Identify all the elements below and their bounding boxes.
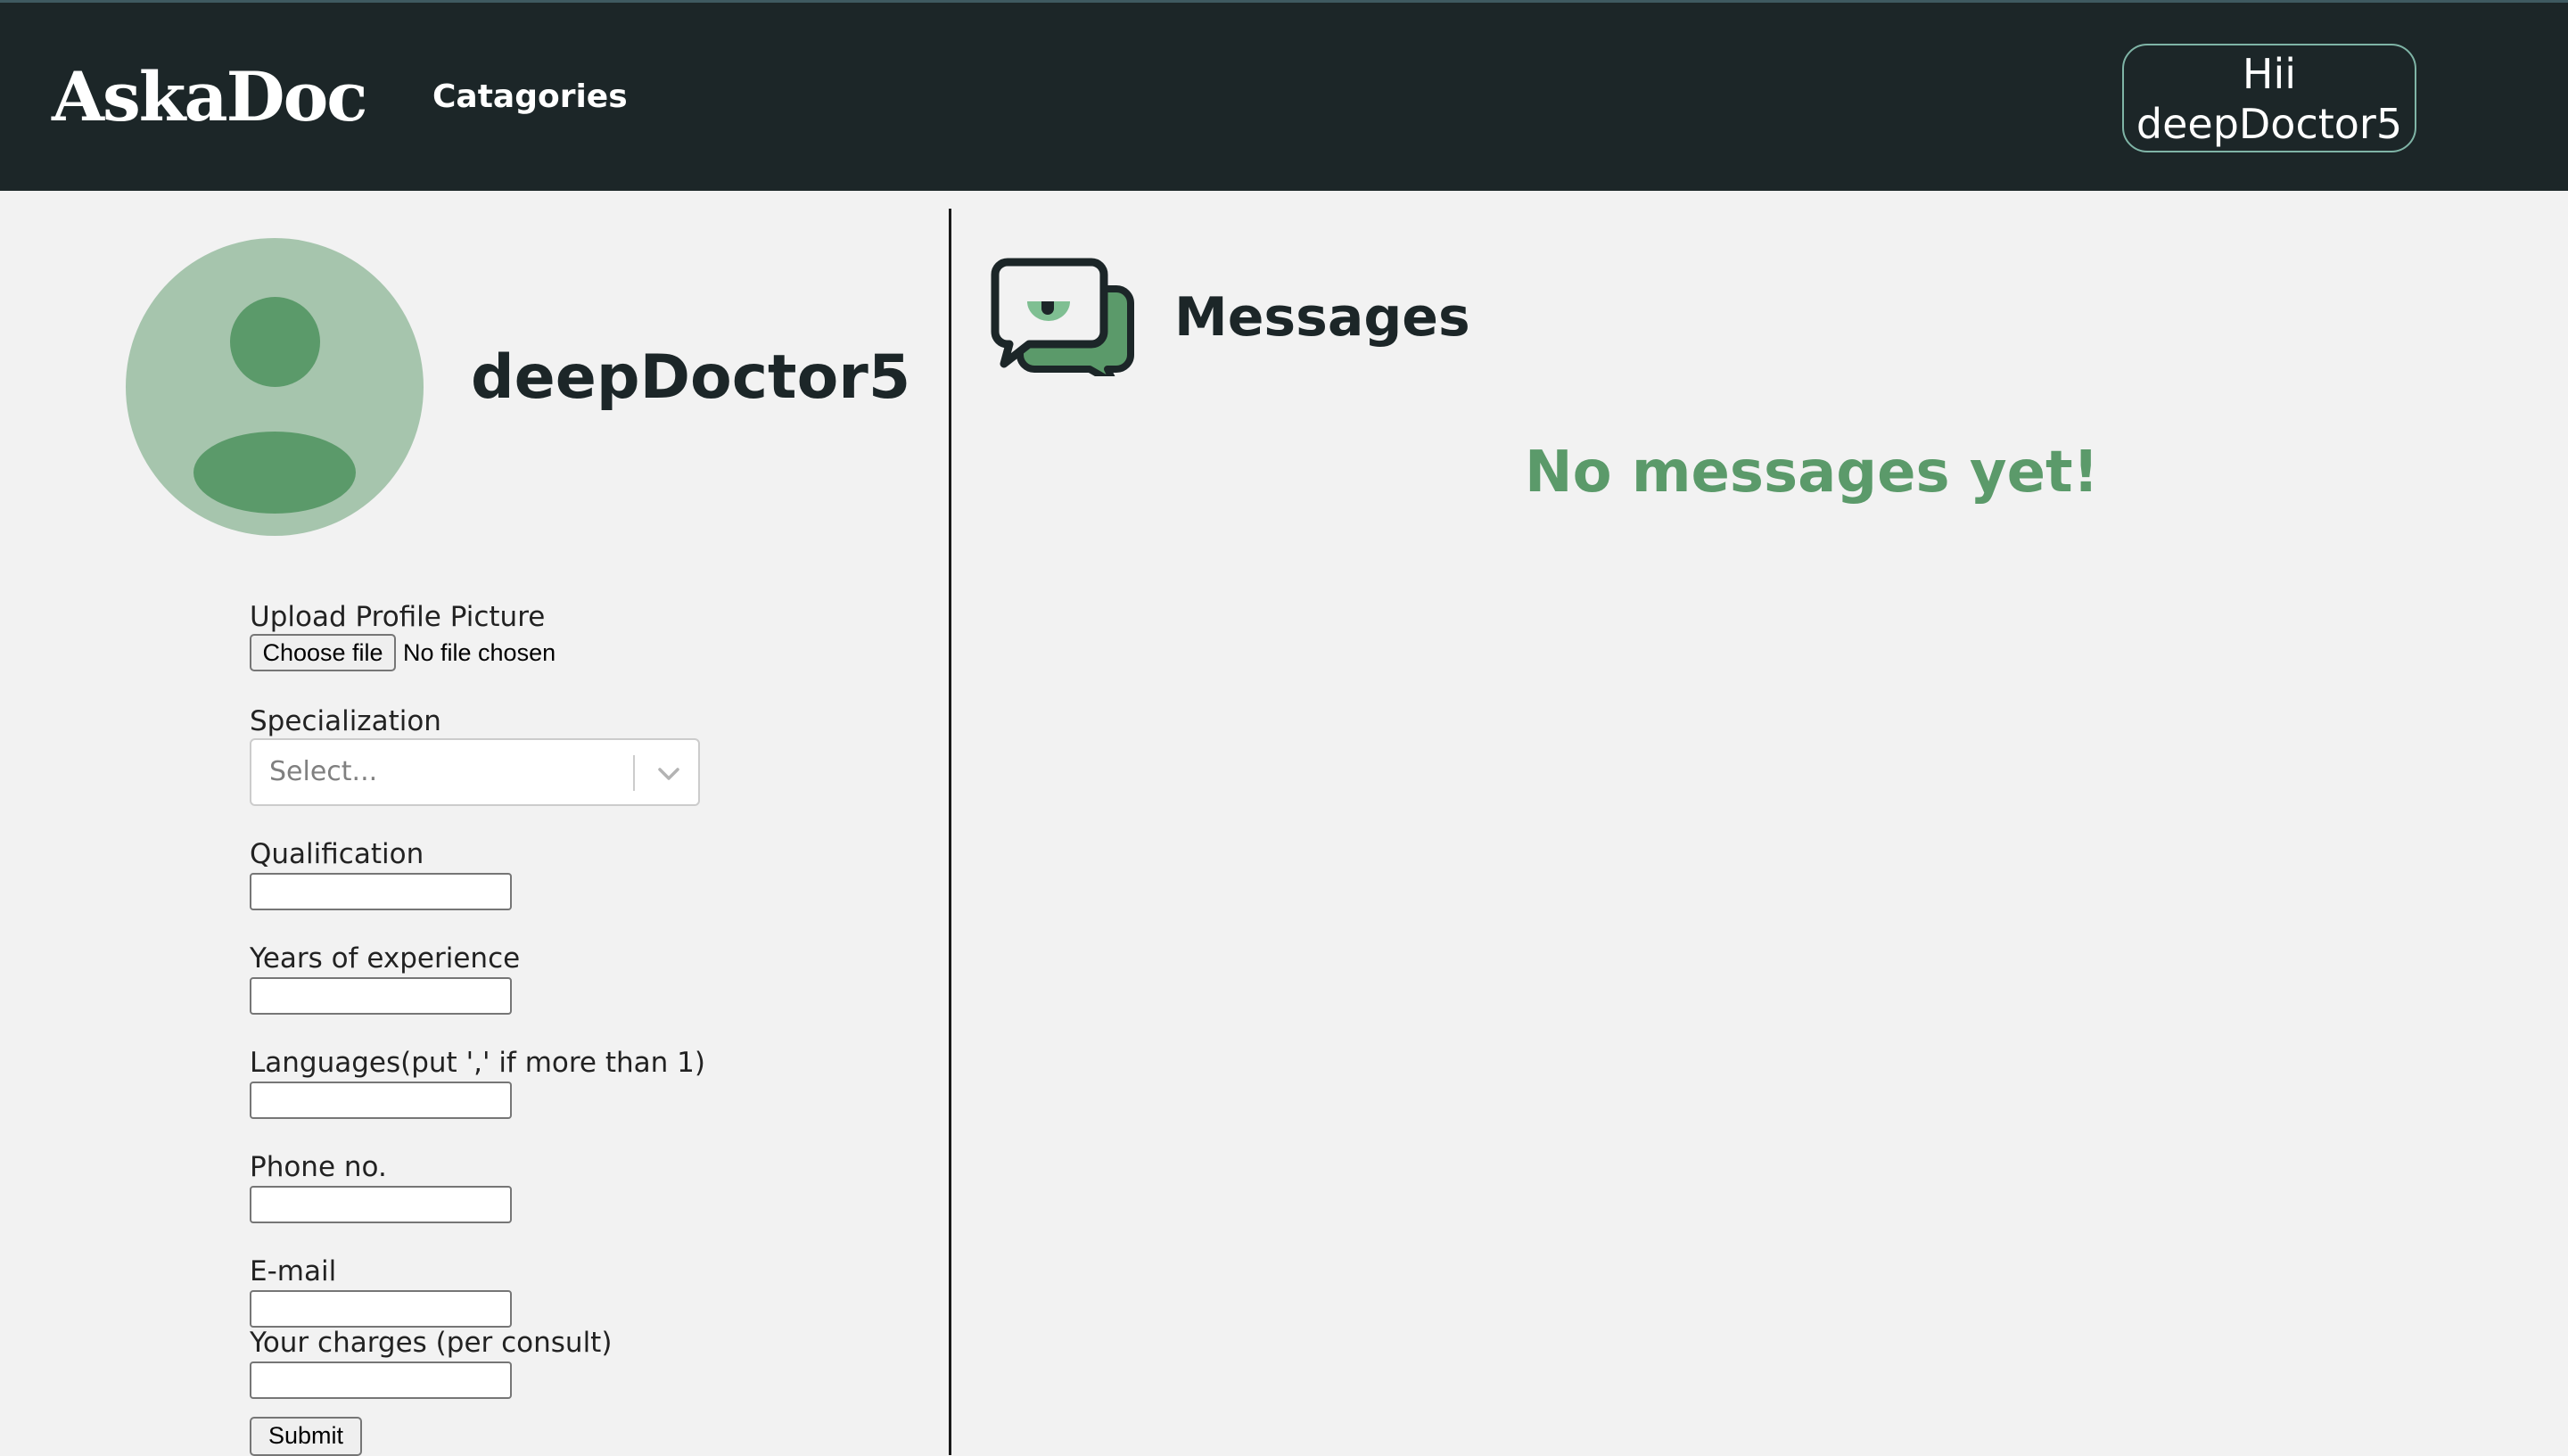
avatar-head bbox=[230, 297, 320, 387]
qualification-label: Qualification bbox=[250, 838, 424, 870]
email-input[interactable] bbox=[250, 1290, 512, 1328]
file-status-text: No file chosen bbox=[403, 639, 556, 666]
nav-link-categories[interactable]: Catagories bbox=[432, 76, 628, 119]
avatar-body bbox=[193, 432, 356, 514]
charges-label: Your charges (per consult) bbox=[250, 1327, 613, 1359]
qualification-input[interactable] bbox=[250, 873, 512, 910]
logo[interactable]: AskaDoc bbox=[52, 54, 368, 140]
languages-input[interactable] bbox=[250, 1082, 512, 1119]
navbar: AskaDoc Catagories Hii deepDoctor5 bbox=[0, 0, 2568, 191]
greeting-username: deepDoctor5 bbox=[2136, 100, 2403, 148]
experience-input[interactable] bbox=[250, 977, 512, 1015]
email-label: E-mail bbox=[250, 1255, 337, 1287]
empty-messages-text: No messages yet! bbox=[1525, 440, 2099, 506]
charges-input[interactable] bbox=[250, 1361, 512, 1399]
user-greeting-button[interactable]: Hii deepDoctor5 bbox=[2122, 44, 2416, 152]
user-avatar-icon bbox=[126, 238, 424, 536]
experience-label: Years of experience bbox=[250, 942, 521, 975]
chevron-down-icon[interactable] bbox=[653, 758, 685, 790]
select-separator bbox=[633, 755, 635, 791]
languages-label: Languages(put ',' if more than 1) bbox=[250, 1047, 705, 1079]
choose-file-button[interactable]: Choose file bbox=[250, 634, 396, 671]
messages-title: Messages bbox=[1174, 286, 1470, 349]
vertical-divider bbox=[949, 209, 951, 1455]
phone-label: Phone no. bbox=[250, 1151, 387, 1183]
specialization-label: Specialization bbox=[250, 705, 441, 737]
upload-picture-label: Upload Profile Picture bbox=[250, 601, 546, 633]
profile-username: deepDoctor5 bbox=[471, 342, 911, 413]
phone-input[interactable] bbox=[250, 1186, 512, 1223]
greeting-line-1: Hii bbox=[2242, 50, 2297, 98]
specialization-placeholder: Select... bbox=[269, 756, 378, 787]
chat-bubbles-icon bbox=[991, 258, 1134, 376]
specialization-select[interactable]: Select... bbox=[250, 738, 700, 806]
submit-button[interactable]: Submit bbox=[250, 1417, 362, 1456]
